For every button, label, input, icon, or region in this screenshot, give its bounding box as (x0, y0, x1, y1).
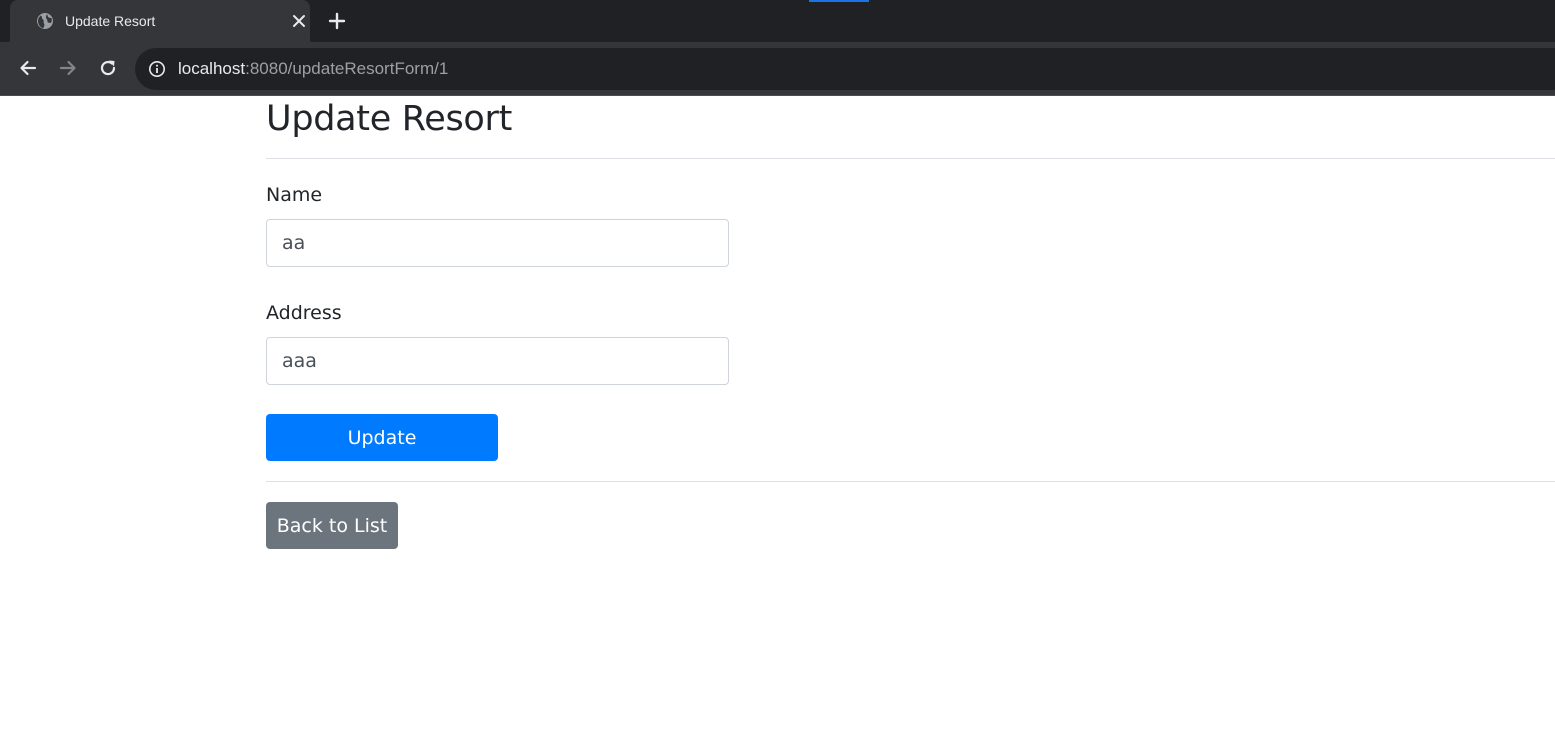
divider (266, 158, 1555, 159)
name-label: Name (266, 184, 323, 206)
tab-strip-accent (809, 0, 869, 2)
address-bar-url: localhost:8080/updateResortForm/1 (178, 58, 448, 80)
page-content: Update Resort Name Address Update Back t… (0, 96, 1555, 755)
url-host: localhost (178, 59, 246, 78)
back-to-list-button[interactable]: Back to List (266, 502, 398, 549)
browser-toolbar: localhost:8080/updateResortForm/1 (0, 42, 1555, 95)
tab-title: Update Resort (65, 13, 156, 29)
plus-icon[interactable] (326, 10, 348, 32)
address-input[interactable] (266, 337, 729, 385)
reload-icon[interactable] (96, 56, 120, 80)
name-input[interactable] (266, 219, 729, 267)
update-button[interactable]: Update (266, 414, 498, 461)
arrow-right-icon[interactable] (56, 56, 80, 80)
close-icon[interactable] (289, 11, 309, 31)
url-path: :8080/updateResortForm/1 (245, 59, 449, 78)
globe-icon (36, 12, 54, 30)
address-label: Address (266, 302, 342, 324)
address-bar[interactable]: localhost:8080/updateResortForm/1 (135, 48, 1555, 90)
arrow-left-icon[interactable] (16, 56, 40, 80)
browser-tab[interactable]: Update Resort (10, 0, 310, 42)
page-title: Update Resort (266, 99, 513, 139)
browser-tab-strip: Update Resort (0, 0, 1555, 42)
info-icon[interactable] (148, 60, 166, 78)
divider (266, 481, 1555, 482)
